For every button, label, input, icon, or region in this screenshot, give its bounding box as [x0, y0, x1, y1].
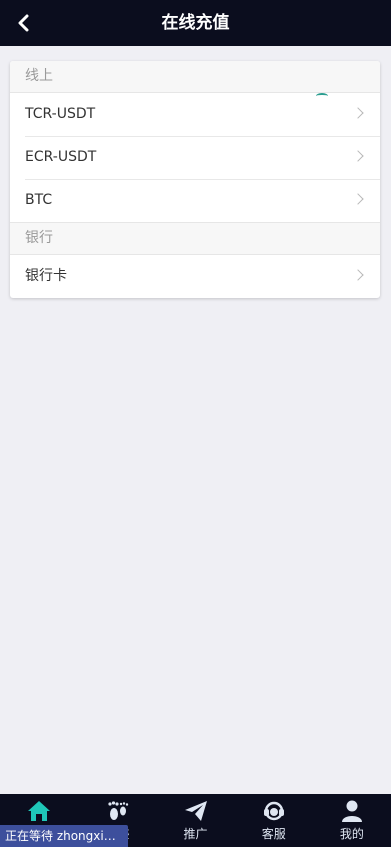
- user-icon: [339, 799, 365, 823]
- tab-support[interactable]: 客服: [235, 794, 313, 847]
- chevron-right-icon: [352, 193, 364, 205]
- list-item-label: ECR-USDT: [25, 149, 97, 165]
- tab-promote[interactable]: 推广: [156, 794, 234, 847]
- list-item-label: BTC: [25, 192, 53, 208]
- top-bar: 在线充值: [0, 0, 391, 46]
- tab-label: 推广: [183, 827, 208, 841]
- browser-status-bar: 正在等待 zhongxin....: [0, 825, 128, 847]
- page-title: 在线充值: [161, 13, 230, 33]
- headset-icon: [261, 799, 287, 823]
- home-icon: [26, 799, 52, 823]
- footprints-icon: [104, 799, 130, 823]
- tab-label: 客服: [261, 827, 286, 841]
- loading-spinner-icon: [316, 93, 328, 99]
- list-item-bank-card[interactable]: 银行卡: [10, 255, 380, 298]
- tab-label: 我的: [339, 827, 364, 841]
- list-item-btc[interactable]: BTC: [10, 179, 380, 222]
- chevron-right-icon: [352, 269, 364, 281]
- paper-plane-icon: [183, 799, 209, 823]
- list-item-tcr-usdt[interactable]: TCR-USDT: [10, 93, 380, 136]
- section-header-online: 线上: [10, 61, 380, 93]
- chevron-right-icon: [352, 107, 364, 119]
- list-item-label: TCR-USDT: [25, 106, 96, 122]
- list-item-ecr-usdt[interactable]: ECR-USDT: [10, 136, 380, 179]
- list-item-label: 银行卡: [25, 268, 67, 284]
- section-header-bank: 银行: [10, 222, 380, 255]
- chevron-right-icon: [352, 150, 364, 162]
- payment-methods-card: 线上 TCR-USDT ECR-USDT BTC 银行 银行卡: [10, 61, 380, 298]
- tab-mine[interactable]: 我的: [313, 794, 391, 847]
